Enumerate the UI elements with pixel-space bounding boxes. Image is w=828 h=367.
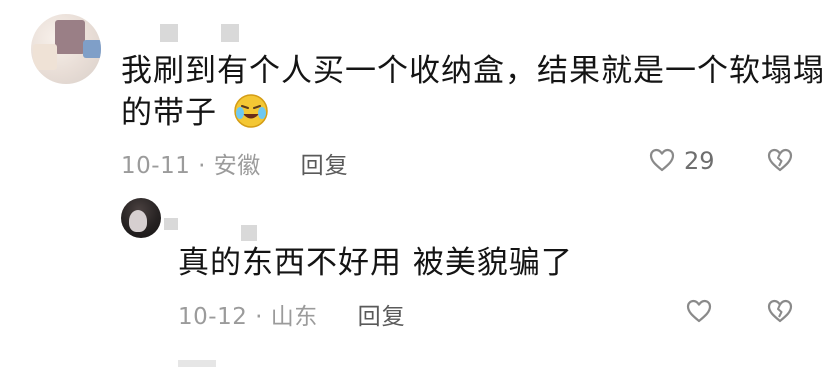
heart-icon[interactable]	[685, 297, 713, 325]
reply-button[interactable]: 回复	[358, 304, 406, 330]
reply-meta: 10-12 · 山东 回复	[178, 297, 406, 331]
broken-heart-icon[interactable]	[766, 146, 794, 174]
reply-location: · 山东	[255, 304, 318, 330]
comment-text-line-with-emoji: 的带子	[121, 92, 270, 134]
heart-icon[interactable]	[648, 146, 676, 174]
reply-date: 10-12	[178, 304, 248, 330]
crying-laughing-emoji-icon	[232, 92, 270, 130]
like-count: 29	[684, 147, 715, 175]
avatar[interactable]	[31, 14, 101, 84]
username-blur[interactable]	[160, 24, 178, 42]
avatar-blur	[33, 44, 57, 70]
broken-heart-icon[interactable]	[766, 297, 794, 325]
username-blur[interactable]	[221, 24, 239, 42]
username-blur[interactable]	[164, 218, 178, 230]
avatar[interactable]	[121, 198, 161, 238]
avatar-blur	[83, 40, 101, 58]
comment-date: 10-11	[121, 153, 191, 179]
reply-text: 真的东西不好用 被美貌骗了	[178, 245, 573, 281]
comment-location: · 安徽	[198, 153, 261, 179]
comment-meta: 10-11 · 安徽 回复	[121, 146, 349, 180]
comment-text-line: 我刷到有个人买一个收纳盒，结果就是一个软塌塌	[121, 53, 825, 89]
avatar-face	[129, 210, 147, 232]
next-item-hint	[178, 360, 216, 367]
avatar-blur	[55, 20, 85, 54]
comment-text-line: 的带子	[121, 95, 217, 131]
username-blur[interactable]	[241, 225, 257, 241]
reply-button[interactable]: 回复	[301, 153, 349, 179]
